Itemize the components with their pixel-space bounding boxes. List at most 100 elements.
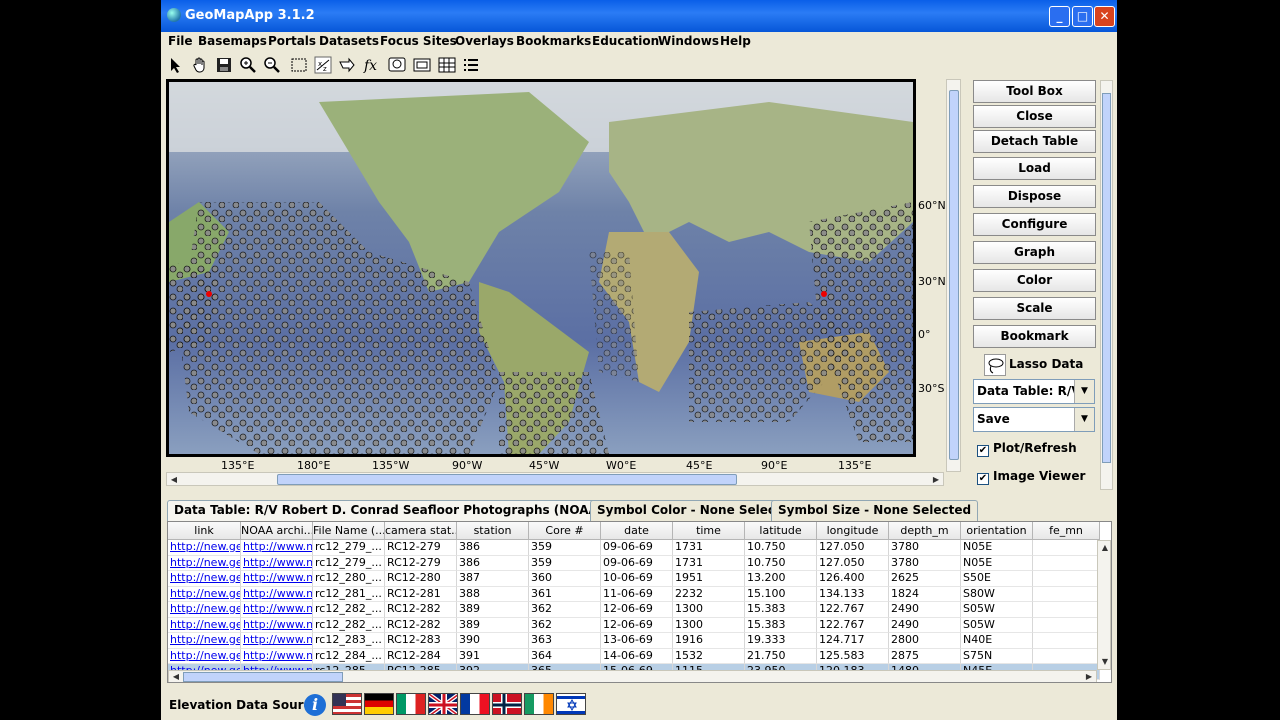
table-cell-link[interactable]: http://new.geo [168, 648, 241, 664]
table-row[interactable]: http://new.geohttp://www.ngrc12_284_...R… [168, 648, 1100, 664]
globe-icon[interactable] [386, 54, 408, 76]
plot-refresh-checkbox[interactable]: ✔ Plot/Refresh [977, 441, 1077, 457]
graph-button[interactable]: Graph [973, 241, 1096, 264]
close-tool-button[interactable]: Close [973, 105, 1096, 128]
menu-datasets[interactable]: Datasets [319, 34, 379, 48]
lasso-icon[interactable] [984, 354, 1006, 376]
usa-flag-icon[interactable] [332, 693, 362, 715]
column-header[interactable]: link [168, 522, 241, 540]
image-viewer-checkbox[interactable]: ✔ Image Viewer [977, 469, 1085, 485]
scroll-right-icon[interactable]: ▶ [1082, 670, 1096, 682]
table-cell-link[interactable]: http://new.geo [168, 617, 241, 633]
table-row[interactable]: http://new.geohttp://www.ngrc12_282_...R… [168, 617, 1100, 633]
scale-button[interactable]: Scale [973, 297, 1096, 320]
germany-flag-icon[interactable] [364, 693, 394, 715]
lasso-data-label[interactable]: Lasso Data [1009, 357, 1083, 371]
table-row[interactable]: http://new.geohttp://www.ngrc12_280_...R… [168, 571, 1100, 587]
scroll-thumb[interactable] [1102, 93, 1111, 463]
table-cell-link[interactable]: http://new.geo [168, 602, 241, 618]
frame-icon[interactable] [411, 54, 433, 76]
tab-symbol-size[interactable]: Symbol Size - None Selected [771, 500, 979, 521]
checkbox-checked-icon[interactable]: ✔ [977, 445, 989, 457]
rectangle-select-icon[interactable] [288, 54, 310, 76]
column-header[interactable]: station [457, 522, 529, 540]
france-flag-icon[interactable] [460, 693, 490, 715]
table-cell-link[interactable]: http://www.ng [241, 586, 313, 602]
scroll-up-icon[interactable]: ▲ [1098, 541, 1111, 555]
scroll-thumb[interactable] [949, 90, 959, 460]
title-bar[interactable]: GeoMapApp 3.1.2 _ □ ✕ [161, 0, 1117, 32]
column-header[interactable]: latitude [745, 522, 817, 540]
save-icon[interactable] [213, 54, 235, 76]
minimize-button[interactable]: _ [1049, 6, 1070, 27]
table-cell-link[interactable]: http://www.ng [241, 540, 313, 556]
menu-bookmarks[interactable]: Bookmarks [516, 34, 591, 48]
detach-table-button[interactable]: Detach Table [973, 130, 1096, 153]
menu-help[interactable]: Help [720, 34, 751, 48]
chevron-down-icon[interactable]: ▼ [1074, 380, 1094, 403]
table-row[interactable]: http://new.geohttp://www.ngrc12_283_...R… [168, 633, 1100, 649]
ireland-flag-icon[interactable] [524, 693, 554, 715]
table-row[interactable]: http://new.geohttp://www.ngrc12_281_...R… [168, 586, 1100, 602]
table-row[interactable]: http://new.geohttp://www.ngrc12_282_...R… [168, 602, 1100, 618]
column-header[interactable]: Core # [529, 522, 601, 540]
world-map[interactable] [166, 79, 916, 457]
menu-windows[interactable]: Windows [658, 34, 719, 48]
italy-flag-icon[interactable] [396, 693, 426, 715]
dispose-button[interactable]: Dispose [973, 185, 1096, 208]
column-header[interactable]: date [601, 522, 673, 540]
configure-button[interactable]: Configure [973, 213, 1096, 236]
menu-portals[interactable]: Portals [268, 34, 316, 48]
list-icon[interactable] [460, 54, 482, 76]
zoom-in-icon[interactable] [237, 54, 259, 76]
table-row[interactable]: http://new.geohttp://www.ngrc12_279_...R… [168, 540, 1100, 556]
table-cell-link[interactable]: http://new.geo [168, 586, 241, 602]
toolbox-scrollbar[interactable] [1100, 80, 1113, 490]
map-canvas[interactable] [169, 82, 913, 454]
table-cell-link[interactable]: http://new.geo [168, 555, 241, 571]
grid-icon[interactable] [436, 54, 458, 76]
scroll-left-icon[interactable]: ◀ [169, 670, 183, 682]
table-horizontal-scrollbar[interactable]: ◀ ▶ [168, 670, 1097, 682]
scroll-down-icon[interactable]: ▼ [1098, 655, 1111, 669]
maximize-button[interactable]: □ [1072, 6, 1093, 27]
map-vertical-scrollbar[interactable] [946, 79, 961, 472]
pan-hand-icon[interactable] [189, 54, 211, 76]
table-cell-link[interactable]: http://www.ng [241, 648, 313, 664]
bookmark-button[interactable]: Bookmark [973, 325, 1096, 348]
arrow-shape-icon[interactable] [336, 54, 358, 76]
column-header[interactable]: NOAA archi... [241, 522, 313, 540]
column-header[interactable]: longitude [817, 522, 889, 540]
function-icon[interactable]: fx [361, 54, 383, 76]
data-table-select[interactable]: Data Table: R/V ...▼ [973, 379, 1095, 421]
info-icon[interactable]: i [304, 694, 326, 716]
column-header[interactable]: File Name (... [313, 522, 385, 540]
menu-overlays[interactable]: Overlays [455, 34, 514, 48]
column-header[interactable]: fe_mn [1033, 522, 1100, 540]
menu-file[interactable]: File [168, 34, 193, 48]
column-header[interactable]: camera stat... [385, 522, 457, 540]
column-header[interactable]: depth_m [889, 522, 961, 540]
scroll-thumb[interactable] [183, 672, 343, 682]
table-vertical-scrollbar[interactable]: ▲ ▼ [1097, 540, 1111, 670]
scroll-right-icon[interactable]: ▶ [929, 473, 943, 487]
profile-xy-icon[interactable]: xz [312, 54, 334, 76]
column-header[interactable]: orientation [961, 522, 1033, 540]
uk-flag-icon[interactable] [428, 693, 458, 715]
scroll-thumb[interactable] [277, 474, 737, 485]
table-cell-link[interactable]: http://www.ng [241, 617, 313, 633]
table-cell-link[interactable]: http://www.ng [241, 555, 313, 571]
save-select[interactable]: Save ▼ [973, 407, 1095, 432]
close-button[interactable]: ✕ [1094, 6, 1115, 27]
menu-education[interactable]: Education [592, 34, 659, 48]
select-arrow-icon[interactable] [165, 54, 187, 76]
table-row[interactable]: http://new.geohttp://www.ngrc12_279_...R… [168, 555, 1100, 571]
color-button[interactable]: Color [973, 269, 1096, 292]
checkbox-checked-icon[interactable]: ✔ [977, 473, 989, 485]
table-cell-link[interactable]: http://new.geo [168, 540, 241, 556]
table-cell-link[interactable]: http://www.ng [241, 571, 313, 587]
load-button[interactable]: Load [973, 157, 1096, 180]
zoom-out-icon[interactable] [261, 54, 283, 76]
column-header[interactable]: time [673, 522, 745, 540]
chevron-down-icon[interactable]: ▼ [1074, 408, 1094, 431]
